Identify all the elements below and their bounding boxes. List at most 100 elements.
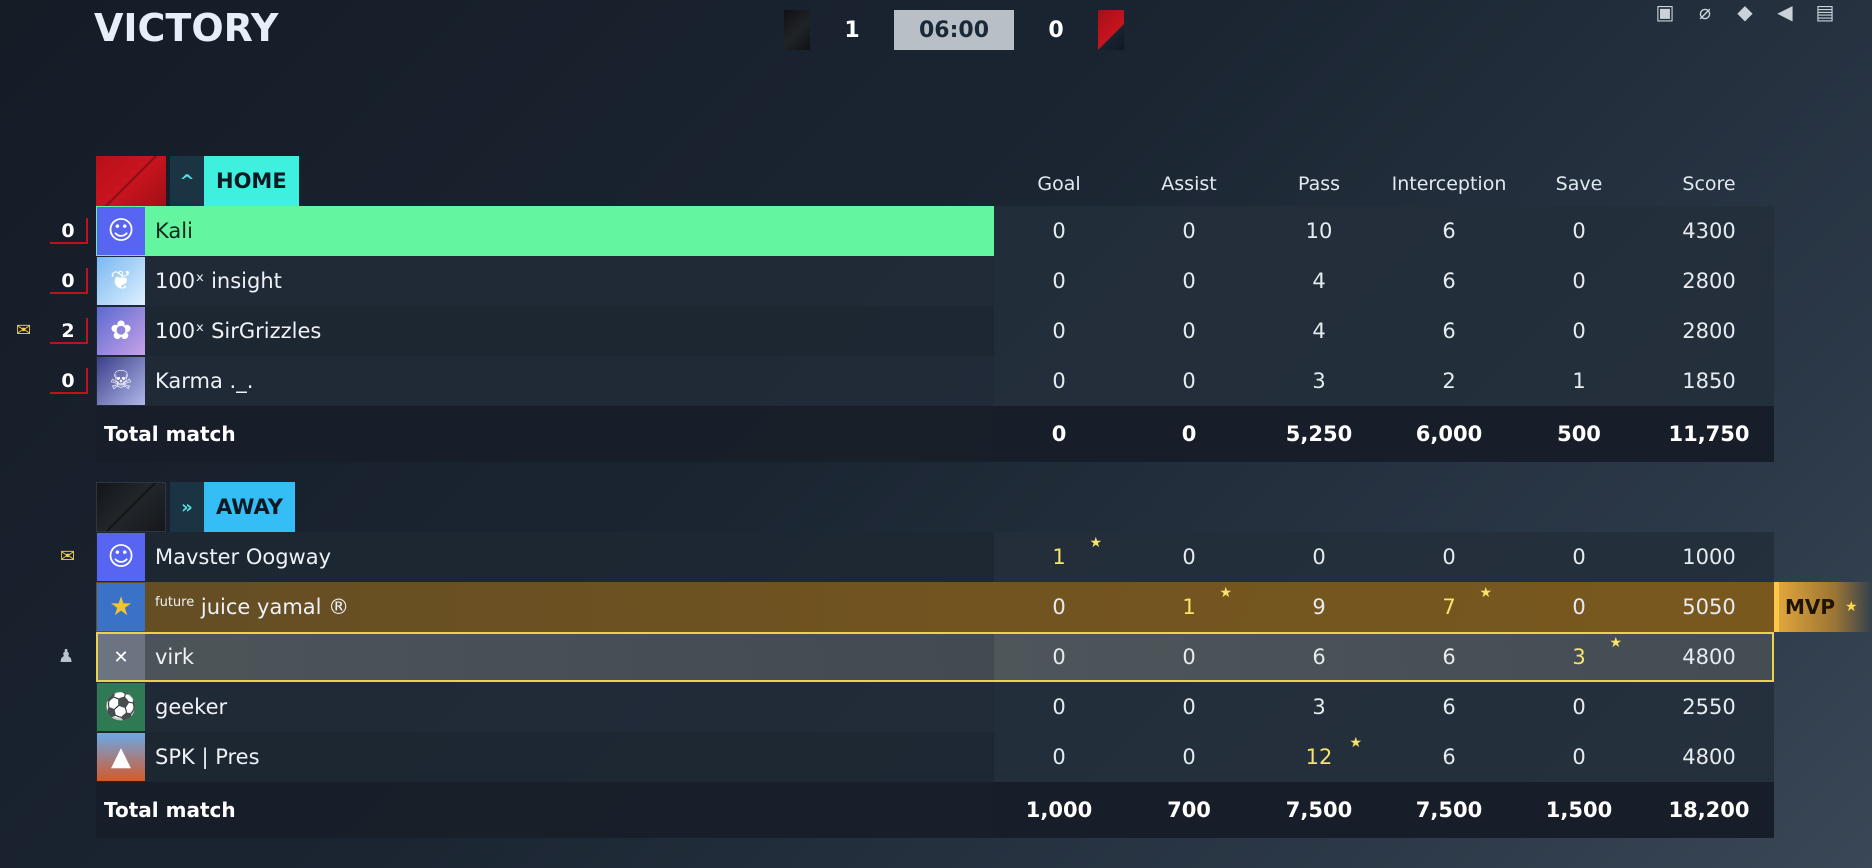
col-score: Score (1682, 173, 1736, 195)
player-name: 100ˣ SirGrizzles (155, 319, 322, 343)
away-flag-icon (1098, 10, 1124, 50)
stat-assist: 0 (1182, 745, 1196, 769)
player-name: future juice yamal ® (155, 595, 350, 619)
stat-score: 1000 (1682, 545, 1736, 569)
total-interception: 6,000 (1415, 422, 1483, 446)
home-team-flag-icon (96, 156, 166, 206)
column-headers: Goal Assist Pass Interception Save Score (994, 156, 1774, 206)
col-pass: Pass (1297, 173, 1341, 195)
stat-pass: 10 (1305, 219, 1333, 243)
stat-save: 0 (1572, 695, 1586, 719)
away-table: » AWAY ✉ ☺ Mavster Oogway 1 ★ 0 0 0 0 100… (58, 482, 1872, 838)
mvp-badge: MVP ★ (1774, 582, 1872, 632)
total-label: Total match (104, 422, 236, 446)
player-row[interactable]: 0 ☺ Kali 0 0 10 6 0 4300 (50, 206, 1774, 256)
col-assist: Assist (1161, 173, 1217, 195)
player-row[interactable]: ✉ 2 ✿ 100ˣ SirGrizzles 0 0 4 6 0 2800 (16, 306, 1774, 356)
total-goal: 0 (1051, 422, 1067, 446)
away-total-row: Total match 1,000 700 7,500 7,500 1,500 … (96, 782, 1774, 838)
stat-interception: 2 (1442, 369, 1456, 393)
total-pass: 5,250 (1285, 422, 1353, 446)
total-assist: 700 (1167, 798, 1211, 822)
stat-score: 1850 (1682, 369, 1736, 393)
stat-save: 1 (1572, 369, 1586, 393)
player-row[interactable]: 0 ❦ 100ˣ insight 0 0 4 6 0 2800 (50, 256, 1774, 306)
total-save: 500 (1557, 422, 1601, 446)
stat-save: 0 (1572, 545, 1586, 569)
ball-avatar-icon: ⚽ (97, 683, 145, 731)
total-assist: 0 (1181, 422, 1197, 446)
stat-interception: 6 (1442, 645, 1456, 669)
stat-score: 2800 (1682, 319, 1736, 343)
star-icon: ★ (1349, 735, 1362, 751)
clipboard-icon[interactable]: ▣ (1654, 0, 1676, 24)
player-side-marker: 0 (50, 268, 88, 294)
diamond-icon[interactable]: ◆ (1734, 0, 1756, 24)
stat-interception: 6 (1442, 319, 1456, 343)
total-pass: 7,500 (1285, 798, 1353, 822)
player-row[interactable]: ⚽ geeker 0 0 3 6 0 2550 (96, 682, 1774, 732)
player-row[interactable]: ♟ ✕ virk 0 0 6 6 3 ★ 4800 (58, 632, 1774, 682)
stat-assist: 0 (1182, 219, 1196, 243)
total-goal: 1,000 (1025, 798, 1093, 822)
player-name: Karma ._. (155, 369, 254, 393)
stat-pass: 0 (1312, 545, 1326, 569)
away-team-name: AWAY (204, 482, 295, 532)
home-total-row: Total match 0 0 5,250 6,000 500 11,750 (96, 406, 1774, 462)
speaker-icon[interactable]: ◀ (1774, 0, 1796, 24)
stat-goal: 0 (1052, 645, 1066, 669)
star-icon: ★ (1219, 585, 1232, 601)
player-name: virk (155, 645, 195, 669)
home-emblem-icon: ^ (170, 156, 204, 206)
stat-assist: 0 (1182, 545, 1196, 569)
player-side-marker: 0 (50, 368, 88, 394)
col-goal: Goal (1037, 173, 1081, 195)
stat-goal: 0 (1052, 595, 1066, 619)
stat-score: 4800 (1682, 745, 1736, 769)
star-icon: ★ (1479, 585, 1492, 601)
col-interception: Interception (1391, 173, 1507, 195)
stat-interception: 0 (1442, 545, 1456, 569)
stat-goal: 0 (1052, 745, 1066, 769)
stat-score: 2800 (1682, 269, 1736, 293)
stat-assist: 1 ★ (1182, 585, 1232, 619)
scoreboard: 1 06:00 0 (784, 9, 1124, 51)
spectator-icon: ♟ (58, 646, 75, 667)
stat-assist: 0 (1182, 369, 1196, 393)
player-row[interactable]: ✉ ☺ Mavster Oogway 1 ★ 0 0 0 0 1000 (60, 532, 1774, 582)
muted-avatar-icon: ✕ (97, 633, 145, 681)
col-save: Save (1555, 173, 1603, 195)
stat-pass: 12 ★ (1305, 735, 1362, 769)
away-team-flag-icon (96, 482, 166, 532)
stat-goal: 0 (1052, 319, 1066, 343)
star-avatar-icon: ★ (97, 583, 145, 631)
stat-save: 0 (1572, 745, 1586, 769)
player-row[interactable]: ★ future juice yamal ® 0 1 ★ 9 7 ★ 0 5050 … (96, 582, 1872, 632)
stat-score: 5050 (1682, 595, 1736, 619)
stat-interception: 6 (1442, 269, 1456, 293)
fairy-avatar-icon: ✿ (97, 307, 145, 355)
stat-score: 4800 (1682, 645, 1736, 669)
total-score: 11,750 (1668, 422, 1750, 446)
stat-goal: 0 (1052, 369, 1066, 393)
player-name: Kali (155, 219, 193, 243)
star-icon: ★ (1609, 635, 1622, 651)
stat-save: 0 (1572, 595, 1586, 619)
keyboard-icon[interactable]: ▤ (1814, 0, 1836, 24)
stat-interception: 6 (1442, 745, 1456, 769)
player-side-marker: 2 (50, 318, 88, 344)
stat-save: 0 (1572, 219, 1586, 243)
bird-avatar-icon: ❦ (97, 257, 145, 305)
discord-avatar-icon: ☺ (97, 533, 145, 581)
player-row[interactable]: 0 ☠ Karma ._. 0 0 3 2 1 1850 (50, 356, 1774, 406)
player-row[interactable]: ▲ SPK | Pres 0 0 12 ★ 6 0 4800 (96, 732, 1774, 782)
wifi-off-icon[interactable]: ⌀ (1694, 0, 1716, 24)
stat-assist: 0 (1182, 319, 1196, 343)
stat-save: 0 (1572, 319, 1586, 343)
star-icon: ★ (1089, 535, 1102, 551)
stat-goal: 1 ★ (1052, 535, 1102, 569)
player-side-marker: 0 (50, 218, 88, 244)
stat-pass: 4 (1312, 269, 1326, 293)
player-name: Mavster Oogway (155, 545, 331, 569)
match-timer: 06:00 (894, 10, 1014, 50)
